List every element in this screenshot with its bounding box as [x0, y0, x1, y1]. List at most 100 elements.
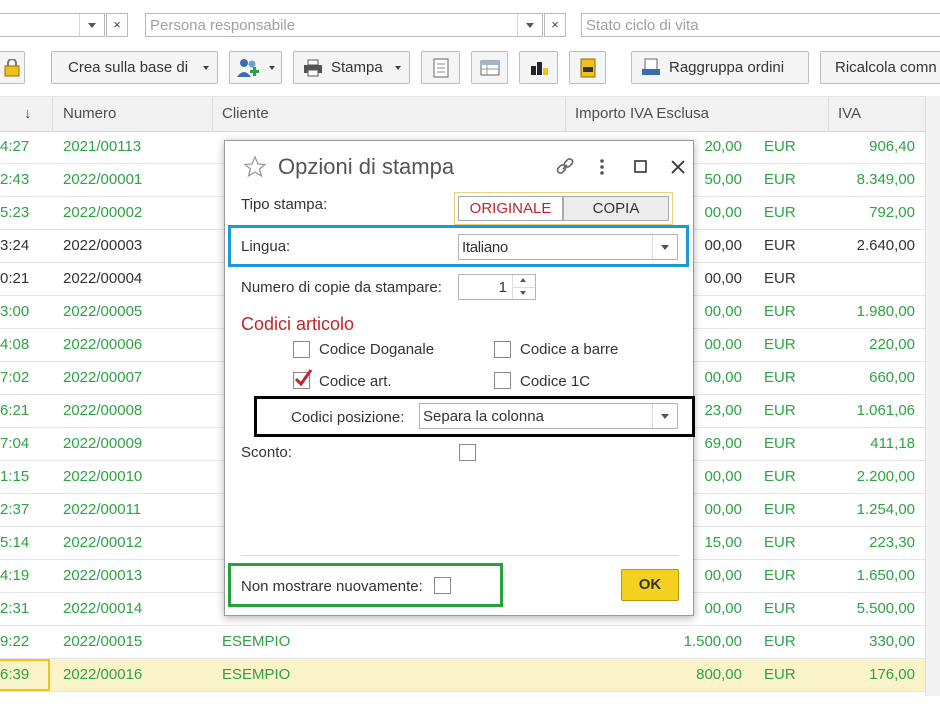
- table-row[interactable]: 9:22 2022/00015 ESEMPIO 1.500,00 EUR 330,00: [0, 626, 925, 659]
- row-time: 9:22: [0, 633, 30, 650]
- posizione-select[interactable]: Separa la colonna: [419, 403, 678, 429]
- chevron-down-icon[interactable]: [79, 14, 104, 36]
- row-time: 5:23: [0, 204, 30, 221]
- row-valuta: EUR: [764, 501, 796, 518]
- posizione-value: Separa la colonna: [423, 408, 544, 425]
- row-numero: 2022/00009: [63, 435, 143, 452]
- structure-button[interactable]: [519, 51, 558, 84]
- row-numero: 2022/00008: [63, 402, 143, 419]
- row-numero: 2022/00004: [63, 270, 143, 287]
- row-time: 3:24: [0, 237, 30, 254]
- row-numero: 2022/00013: [63, 567, 143, 584]
- row-importo: 00,00: [704, 270, 742, 287]
- non-mostrare-checkbox[interactable]: [434, 577, 451, 594]
- row-iva: 5.500,00: [856, 600, 915, 617]
- copie-stepper[interactable]: 1: [458, 274, 536, 300]
- row-time: 4:27: [0, 138, 30, 155]
- table-view-button[interactable]: [471, 51, 508, 84]
- group-orders-icon: [642, 58, 660, 75]
- row-numero: 2022/00006: [63, 336, 143, 353]
- scrollbar-track[interactable]: [925, 96, 940, 696]
- row-importo: 00,00: [704, 501, 742, 518]
- clear-persona-button[interactable]: ×: [544, 13, 566, 37]
- row-importo: 50,00: [704, 171, 742, 188]
- document-button[interactable]: [421, 51, 460, 84]
- selected-cell-frame: [0, 659, 50, 691]
- row-time: 2:31: [0, 600, 30, 617]
- row-iva: 411,18: [870, 435, 915, 452]
- table-row[interactable]: 6:39 2022/00016 ESEMPIO 800,00 EUR 176,00: [0, 659, 925, 692]
- chevron-down-icon: [269, 66, 275, 70]
- row-importo: 00,00: [704, 336, 742, 353]
- ricalcola-button[interactable]: Ricalcola comn: [820, 51, 940, 84]
- document-icon: [433, 58, 449, 78]
- persona-responsabile-filter[interactable]: Persona responsabile: [145, 13, 543, 37]
- copie-value: 1: [498, 279, 507, 296]
- row-numero: 2022/00010: [63, 468, 143, 485]
- row-iva: 223,30: [869, 534, 915, 551]
- row-importo: 1.500,00: [683, 633, 742, 650]
- row-time: 7:02: [0, 369, 30, 386]
- copia-toggle[interactable]: COPIA: [563, 196, 669, 221]
- print-preview-button[interactable]: [569, 51, 606, 84]
- row-iva: 1.254,00: [856, 501, 915, 518]
- lingua-select[interactable]: Italiano: [458, 234, 678, 260]
- ok-button[interactable]: OK: [621, 569, 679, 601]
- filter-left-combo[interactable]: [0, 13, 105, 37]
- column-iva[interactable]: IVA: [838, 105, 861, 122]
- codice-art-checkbox[interactable]: [293, 369, 313, 389]
- row-importo: 00,00: [704, 468, 742, 485]
- star-icon[interactable]: [243, 155, 267, 179]
- row-valuta: EUR: [764, 270, 796, 287]
- lock-button[interactable]: [0, 51, 25, 84]
- row-importo: 15,00: [704, 534, 742, 551]
- chevron-down-icon[interactable]: [652, 235, 677, 259]
- column-cliente[interactable]: Cliente: [222, 105, 269, 122]
- row-numero: 2022/00001: [63, 171, 143, 188]
- posizione-label: Codici posizione:: [291, 409, 405, 426]
- checkmark-icon: [294, 369, 313, 387]
- chevron-down-icon[interactable]: [652, 404, 677, 428]
- row-numero: 2021/00113: [63, 138, 142, 155]
- chevron-down-icon[interactable]: [517, 14, 542, 36]
- column-numero[interactable]: Numero: [63, 105, 116, 122]
- sconto-checkbox[interactable]: [459, 444, 476, 461]
- stato-placeholder: Stato ciclo di vita: [586, 17, 699, 34]
- row-cliente: ESEMPIO: [222, 633, 291, 650]
- sconto-label: Sconto:: [241, 444, 292, 461]
- close-icon[interactable]: [670, 159, 686, 175]
- more-vertical-icon[interactable]: [598, 158, 606, 178]
- row-iva: 2.640,00: [856, 237, 915, 254]
- row-valuta: EUR: [764, 369, 796, 386]
- raggruppa-label: Raggruppa ordini: [669, 59, 785, 76]
- codice-barre-label: Codice a barre: [520, 341, 619, 358]
- maximize-icon[interactable]: [634, 160, 648, 174]
- codice-doganale-checkbox[interactable]: [293, 341, 310, 358]
- stampa-button[interactable]: Stampa: [293, 51, 410, 84]
- tipo-stampa-switch: ORIGINALE COPIA: [454, 192, 673, 225]
- row-importo: 00,00: [704, 237, 742, 254]
- sort-down-icon[interactable]: ↓: [24, 105, 32, 122]
- row-importo: 00,00: [704, 303, 742, 320]
- users-button[interactable]: [229, 51, 282, 84]
- codice-barre-checkbox[interactable]: [494, 341, 511, 358]
- crea-sulla-base-button[interactable]: Crea sulla base di: [51, 51, 218, 84]
- raggruppa-ordini-button[interactable]: Raggruppa ordini: [631, 51, 809, 84]
- clear-left-filter-button[interactable]: ×: [106, 13, 128, 37]
- stato-ciclo-filter[interactable]: Stato ciclo di vita: [581, 13, 940, 37]
- link-icon[interactable]: [554, 156, 576, 178]
- originale-toggle[interactable]: ORIGINALE: [458, 196, 563, 221]
- row-importo: 00,00: [704, 600, 742, 617]
- row-time: 7:04: [0, 435, 30, 452]
- row-importo: 23,00: [704, 402, 742, 419]
- lingua-label: Lingua:: [241, 238, 291, 255]
- row-time: 4:19: [0, 567, 30, 584]
- stepper-down-icon[interactable]: [512, 287, 535, 299]
- row-numero: 2022/00011: [63, 501, 142, 518]
- column-importo[interactable]: Importo IVA Esclusa: [575, 105, 709, 122]
- row-valuta: EUR: [764, 171, 796, 188]
- codice-1c-checkbox[interactable]: [494, 372, 511, 389]
- chevron-down-icon: [203, 66, 209, 70]
- structure-icon: [531, 62, 548, 75]
- row-valuta: EUR: [764, 303, 796, 320]
